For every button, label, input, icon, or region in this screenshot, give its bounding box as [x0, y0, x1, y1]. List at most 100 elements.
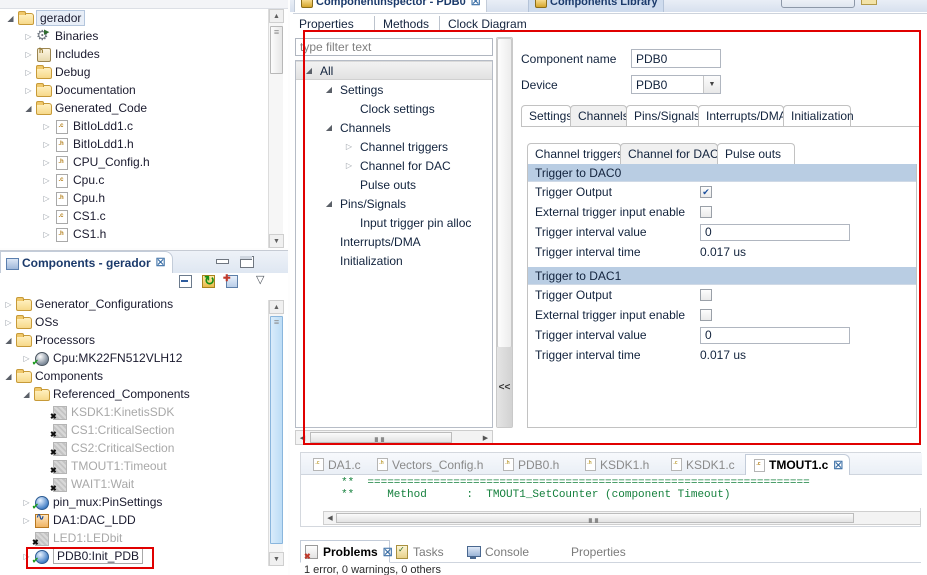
filter-input[interactable]: type filter text — [295, 38, 493, 56]
tab-component-inspector[interactable]: ComponentInspector - PDB0 ☒ — [294, 0, 487, 12]
components-tree[interactable]: Generator_Configurations OSs Processors Cpu… — [0, 295, 268, 565]
bottom-view-tab-tasks[interactable]: Tasks — [394, 542, 444, 562]
sub-tab-channel-for-dac[interactable]: Channel for DAC — [620, 143, 719, 164]
file-tab-ksdk1-c[interactable]: KSDK1.c — [663, 454, 741, 475]
close-icon[interactable]: ☒ — [833, 459, 843, 472]
components-tree-item[interactable]: CS2:CriticalSection — [0, 439, 268, 457]
property-tree-item[interactable]: Input trigger pin alloc — [296, 213, 492, 232]
property-tree-item[interactable]: Pulse outs — [296, 175, 492, 194]
tab-methods[interactable]: Methods — [377, 14, 435, 32]
expand-arrow-icon[interactable] — [2, 367, 15, 385]
expand-arrow-icon[interactable] — [20, 385, 33, 403]
inner-tab-interrupts-dma[interactable]: Interrupts/DMA — [698, 105, 787, 126]
inner-tab-pins-signals[interactable]: Pins/Signals — [626, 105, 700, 126]
project-tree-item[interactable]: CS1.h — [0, 225, 268, 243]
expand-arrow-icon[interactable] — [2, 331, 15, 349]
view-menu-icon[interactable] — [254, 273, 270, 289]
property-tree-scrollbar[interactable]: << — [496, 37, 513, 428]
collapse-arrow-icon[interactable] — [40, 207, 53, 225]
new-component-icon[interactable] — [223, 273, 240, 289]
components-tree-item[interactable]: DA1:DAC_LDD — [0, 511, 268, 529]
project-tree-item[interactable]: Cpu.c — [0, 171, 268, 189]
components-tree-item[interactable]: Generator_Configurations — [0, 295, 268, 313]
bottom-view-tab-properties[interactable]: Properties — [552, 542, 626, 562]
property-checkbox[interactable] — [700, 186, 712, 198]
project-explorer-scrollbar[interactable]: ▲ ▼ — [268, 9, 284, 248]
collapse-arrow-icon[interactable] — [342, 142, 356, 151]
refresh-icon[interactable] — [201, 273, 217, 289]
close-icon[interactable]: ☒ — [156, 256, 166, 269]
device-combobox[interactable]: PDB0 ▼ — [631, 75, 721, 94]
scrollbar-thumb[interactable] — [497, 38, 512, 348]
file-tab-da1-c[interactable]: DA1.c — [305, 454, 367, 475]
scrollbar-thumb[interactable]: ▖▖ — [310, 432, 452, 443]
close-icon[interactable]: ☒ — [471, 0, 481, 8]
editor-code-body[interactable]: ** =====================================… — [301, 475, 922, 508]
project-tree-item[interactable]: Binaries — [0, 27, 268, 45]
property-category-tree[interactable]: All Settings Clock settings Channels Channel… — [295, 60, 493, 428]
project-tree-item[interactable]: BitIoLdd1.h — [0, 135, 268, 153]
project-tree-item[interactable]: Documentation — [0, 81, 268, 99]
property-checkbox[interactable] — [700, 309, 712, 321]
collapse-arrow-icon[interactable] — [40, 225, 53, 243]
inner-tab-settings[interactable]: Settings — [521, 105, 572, 126]
bottom-view-tab-problems[interactable]: Problems ☒ — [304, 542, 393, 562]
project-tree-item[interactable]: gerador — [0, 9, 268, 27]
project-tree-item[interactable]: BitIoLdd1.c — [0, 117, 268, 135]
project-tree-item[interactable]: Generated_Code — [0, 99, 268, 117]
components-tree-item[interactable]: pin_mux:PinSettings — [0, 493, 268, 511]
property-tree-item[interactable]: Settings — [296, 80, 492, 99]
inner-tab-channels[interactable]: Channels — [570, 105, 629, 126]
property-tree-hscrollbar[interactable]: ◀ ▖▖ ▶ — [295, 430, 493, 445]
scroll-up-arrow[interactable]: ▲ — [269, 9, 284, 23]
scroll-down-arrow[interactable]: ▼ — [269, 552, 284, 566]
project-tree-item[interactable]: Cpu.h — [0, 189, 268, 207]
component-name-input[interactable]: PDB0 — [631, 49, 721, 68]
components-tree-item[interactable]: WAIT1:Wait — [0, 475, 268, 493]
components-tree-item[interactable]: Cpu:MK22FN512VLH12 — [0, 349, 268, 367]
collapse-arrow-icon[interactable] — [40, 189, 53, 207]
property-checkbox[interactable] — [700, 289, 712, 301]
project-tree-item[interactable]: Includes — [0, 45, 268, 63]
collapse-arrow-icon[interactable] — [40, 153, 53, 171]
collapse-arrow-icon[interactable] — [40, 117, 53, 135]
collapse-arrow-icon[interactable] — [2, 313, 15, 331]
scroll-left-arrow[interactable]: ◀ — [324, 512, 336, 524]
minimize-icon[interactable] — [214, 253, 230, 269]
project-tree-item[interactable]: CPU_Config.h — [0, 153, 268, 171]
bottom-view-tab-console[interactable]: Console — [466, 542, 529, 562]
collapse-arrow-icon[interactable] — [40, 171, 53, 189]
project-tree-item[interactable]: CS1.c — [0, 207, 268, 225]
components-tree-item[interactable]: KSDK1:KinetisSDK — [0, 403, 268, 421]
property-input[interactable]: 0 — [700, 326, 850, 344]
collapse-all-icon[interactable] — [178, 273, 194, 289]
components-tree-item[interactable]: PDB0:Init_PDB — [0, 547, 268, 565]
file-tab-pdb0-h[interactable]: PDB0.h — [495, 454, 565, 475]
property-tree-item[interactable]: Pins/Signals — [296, 194, 492, 213]
file-tab-vectors-config-h[interactable]: Vectors_Config.h — [369, 454, 489, 475]
components-tree-item[interactable]: CS1:CriticalSection — [0, 421, 268, 439]
collapse-arrow-icon[interactable] — [342, 161, 356, 170]
tab-clock-diagram[interactable]: Clock Diagram — [442, 14, 533, 32]
scroll-up-arrow[interactable]: ▲ — [269, 300, 284, 314]
components-tree-item[interactable]: LED1:LEDbit — [0, 529, 268, 547]
chevron-down-icon[interactable]: ▼ — [703, 76, 720, 93]
scrollbar-thumb[interactable] — [270, 316, 283, 544]
components-view-tab[interactable]: Components - gerador ☒ — [0, 251, 173, 273]
components-tree-item[interactable]: Components — [0, 367, 268, 385]
editor-hscrollbar[interactable]: ◀ ▖▖ — [323, 511, 921, 525]
inner-tab-initialization[interactable]: Initialization — [783, 105, 854, 126]
sub-tab-pulse-outs[interactable]: Pulse outs — [717, 143, 795, 164]
expand-arrow-icon[interactable] — [322, 85, 336, 94]
file-tab-tmout1-c[interactable]: TMOUT1.c ☒ — [745, 454, 851, 475]
components-tree-item[interactable]: TMOUT1:Timeout — [0, 457, 268, 475]
inspector-toolbar-button[interactable] — [781, 0, 855, 8]
collapse-arrow-icon[interactable] — [20, 511, 33, 529]
expand-arrow-icon[interactable] — [22, 99, 35, 117]
collapse-arrow-icon[interactable] — [40, 135, 53, 153]
property-input[interactable]: 0 — [700, 223, 850, 241]
scroll-right-arrow[interactable]: ▶ — [479, 431, 492, 444]
scroll-left-arrow[interactable]: ◀ — [296, 431, 309, 444]
collapse-arrow-icon[interactable] — [2, 295, 15, 313]
property-tree-item[interactable]: Channel for DAC — [296, 156, 492, 175]
